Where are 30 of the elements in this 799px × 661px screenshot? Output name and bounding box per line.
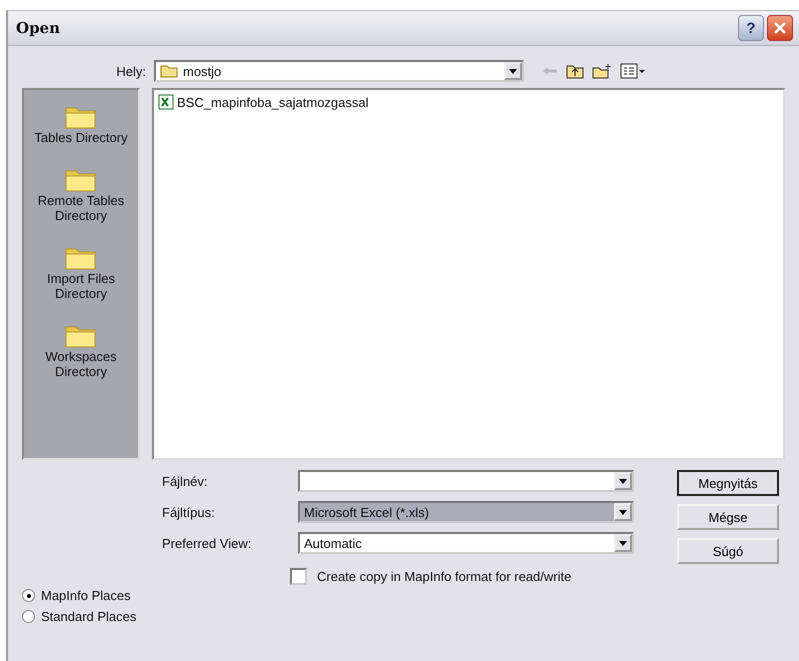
dialog-button[interactable]: Mégse bbox=[677, 504, 779, 530]
file-item[interactable]: BSC_mapinfoba_sajatmozgassal bbox=[158, 94, 368, 110]
field-label: Fájltípus: bbox=[162, 504, 216, 520]
up-folder-icon[interactable] bbox=[566, 63, 584, 79]
place-item[interactable]: Tables Directory bbox=[34, 102, 128, 145]
dialog-button[interactable]: Súgó bbox=[677, 538, 779, 564]
field-label: Fájlnév: bbox=[162, 474, 209, 488]
combo-field[interactable] bbox=[298, 470, 634, 492]
location-value: mostjo bbox=[183, 64, 222, 78]
combo-field[interactable]: Automatic bbox=[298, 532, 634, 554]
checkbox-label: Create copy in MapInfo format for read/write bbox=[317, 569, 572, 584]
view-menu-icon[interactable] bbox=[620, 63, 646, 79]
help-button[interactable]: ? bbox=[738, 15, 764, 41]
location-label: Hely: bbox=[115, 64, 147, 78]
combo-field[interactable]: Microsoft Excel (*.xls) bbox=[298, 501, 634, 523]
spreadsheet-file-icon bbox=[158, 94, 174, 110]
close-icon bbox=[774, 22, 786, 34]
place-set-radio[interactable]: MapInfo Places bbox=[22, 588, 154, 603]
folder-icon bbox=[160, 64, 178, 78]
field-label: Preferred View: bbox=[162, 536, 252, 550]
new-folder-icon[interactable] bbox=[592, 63, 612, 79]
place-item[interactable]: Workspaces Directory bbox=[24, 321, 138, 379]
place-set-radio[interactable]: Standard Places bbox=[22, 609, 154, 624]
place-item[interactable]: Import Files Directory bbox=[24, 243, 138, 301]
place-item[interactable]: Remote Tables Directory bbox=[24, 165, 138, 223]
location-dropdown[interactable]: mostjo bbox=[154, 60, 524, 82]
close-button[interactable] bbox=[767, 15, 793, 41]
window-title: Open bbox=[16, 19, 60, 37]
dialog-button[interactable]: Megnyitás bbox=[677, 470, 779, 496]
checkbox[interactable] bbox=[290, 568, 307, 585]
